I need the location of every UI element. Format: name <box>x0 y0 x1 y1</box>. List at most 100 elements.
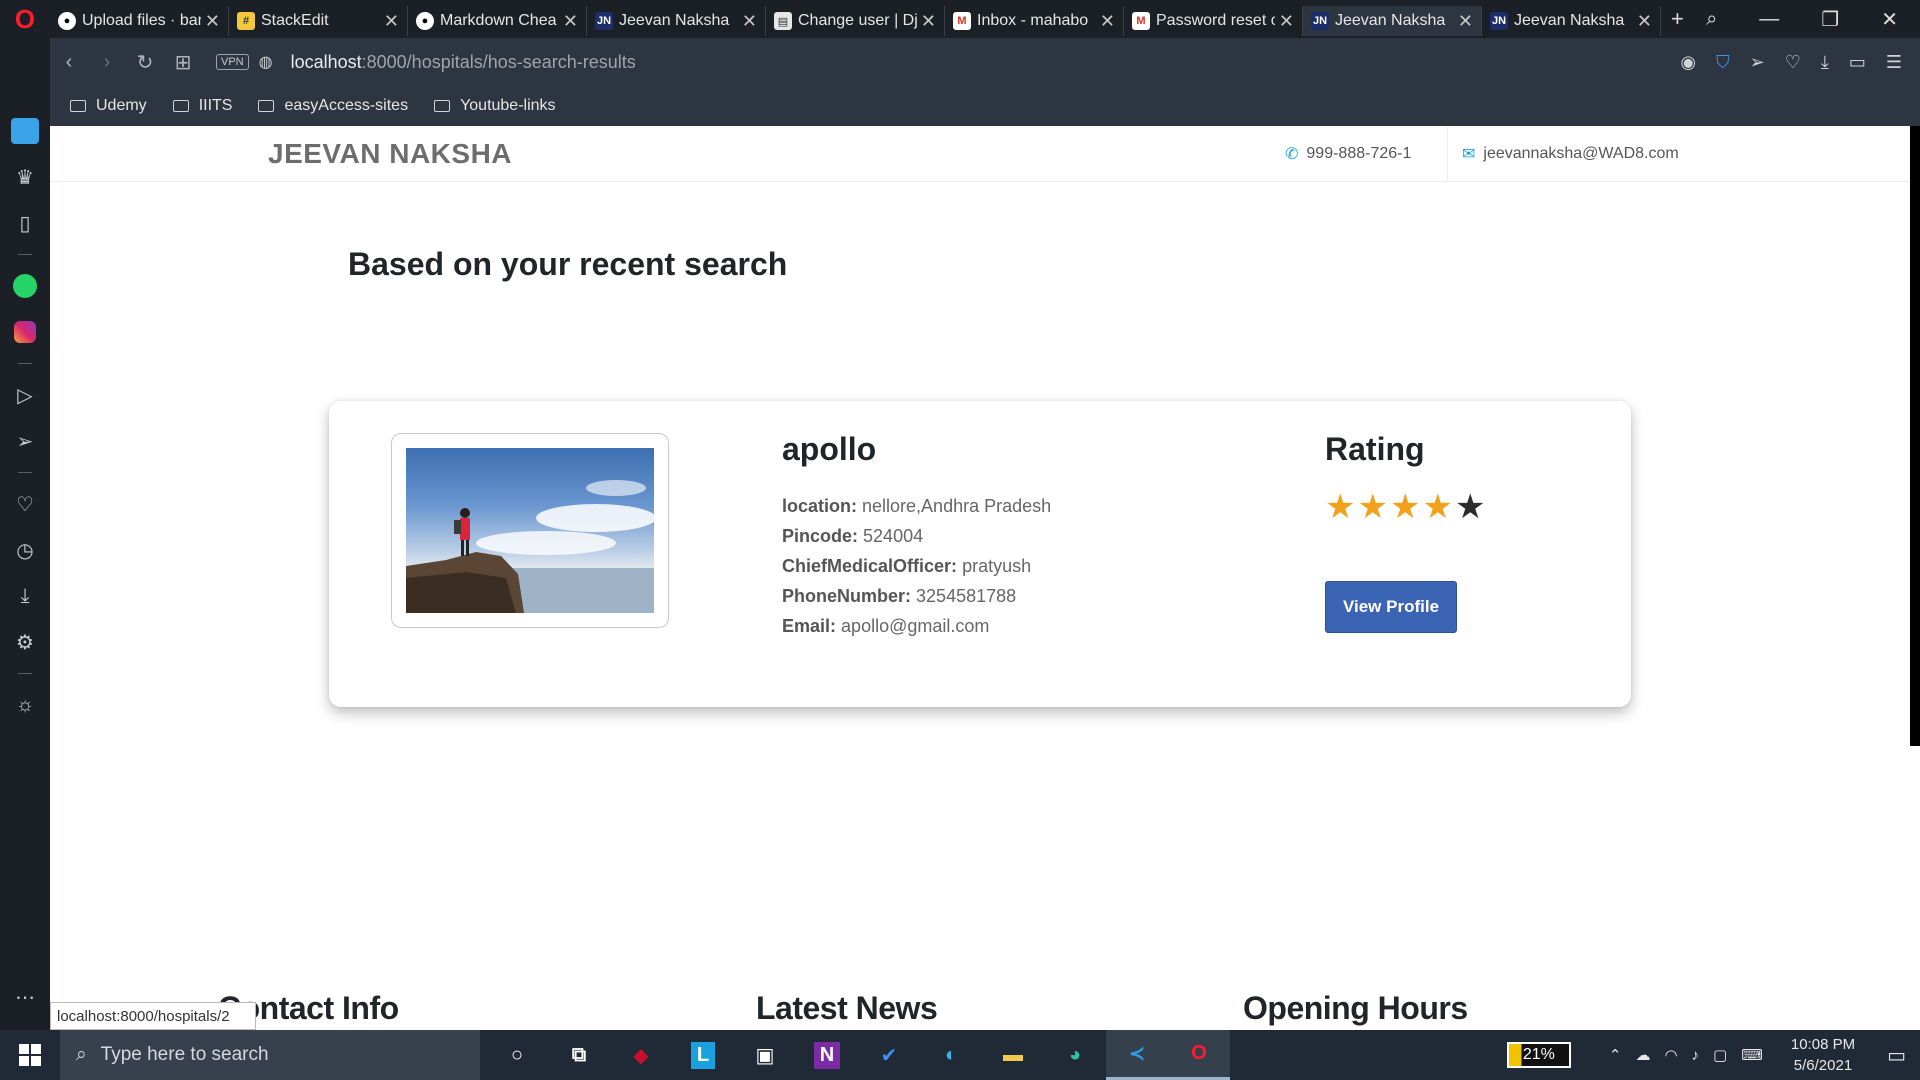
view-profile-button[interactable]: View Profile <box>1325 581 1457 633</box>
heart-icon[interactable]: ♡ <box>1785 52 1801 73</box>
meet-now-icon[interactable]: ▢ <box>1713 1046 1727 1064</box>
edge-icon[interactable]: ◐ <box>920 1030 982 1080</box>
shield-icon[interactable]: ⛉ <box>1716 52 1730 73</box>
hospital-image-frame <box>391 433 669 628</box>
footer-news-heading: Latest News <box>756 990 938 1026</box>
tab-4[interactable]: ▤ Change user | Dj ✕ <box>766 6 945 36</box>
site-brand[interactable]: JEEVAN NAKSHA <box>268 138 512 170</box>
whatsapp-icon[interactable] <box>0 263 50 309</box>
keyboard-icon[interactable]: ⌨ <box>1741 1046 1763 1064</box>
close-tab-icon[interactable]: ✕ <box>563 11 578 32</box>
close-window-icon[interactable]: ✕ <box>1881 7 1898 32</box>
tab-0[interactable]: ● Upload files · bar ✕ <box>50 6 229 36</box>
tab-7-active[interactable]: JN Jeevan Naksha ✕ <box>1303 6 1482 36</box>
tab-1[interactable]: # StackEdit ✕ <box>229 6 408 36</box>
todo-icon[interactable]: ✔ <box>858 1030 920 1080</box>
opera-taskbar-icon[interactable]: O <box>1168 1030 1230 1080</box>
sidebar-divider <box>18 363 32 364</box>
wifi-icon[interactable]: ◠ <box>1664 1046 1677 1064</box>
more-icon[interactable]: ⋯ <box>0 974 50 1020</box>
back-icon[interactable]: ‹ <box>50 51 88 74</box>
close-tab-icon[interactable]: ✕ <box>1637 11 1652 32</box>
bookmark-youtube[interactable]: Youtube-links <box>434 97 556 115</box>
close-tab-icon[interactable]: ✕ <box>205 11 220 32</box>
vscode-icon[interactable]: ≺ <box>1106 1030 1168 1080</box>
site-header: JEEVAN NAKSHA ✆ 999-888-726-1 ✉ jeevannaks… <box>50 126 1910 182</box>
onenote-icon[interactable]: N <box>796 1030 858 1080</box>
volume-icon[interactable]: ♪ <box>1692 1047 1700 1064</box>
taskbar-clock[interactable]: 10:08 PM 5/6/2021 <box>1791 1034 1855 1076</box>
reload-icon[interactable]: ↻ <box>126 50 164 75</box>
search-tabs-icon[interactable]: ⌕ <box>1706 8 1717 31</box>
file-explorer-icon[interactable]: ▬ <box>982 1030 1044 1080</box>
book-icon[interactable]: ▯ <box>0 200 50 246</box>
notifications-icon[interactable]: ▭ <box>1887 1043 1906 1068</box>
minimize-icon[interactable]: — <box>1759 8 1779 31</box>
detail-value: 524004 <box>863 526 924 546</box>
bookmark-iiits[interactable]: IIITS <box>172 97 232 115</box>
camera-icon[interactable]: ◉ <box>1680 52 1696 73</box>
forward-icon[interactable]: › <box>88 51 126 74</box>
bookmark-udemy[interactable]: Udemy <box>70 97 147 115</box>
send-icon[interactable]: ➢ <box>1750 52 1765 73</box>
player-icon[interactable]: ▷ <box>0 372 50 418</box>
header-email[interactable]: ✉ jeevannaksha@WAD8.com <box>1462 144 1679 164</box>
send-icon[interactable]: ➢ <box>0 418 50 464</box>
header-phone[interactable]: ✆ 999-888-726-1 <box>1285 144 1411 164</box>
windows-start-icon[interactable] <box>0 1030 60 1080</box>
lightbulb-icon[interactable]: ☼ <box>0 682 50 728</box>
instagram-icon[interactable] <box>0 309 50 355</box>
tab-5[interactable]: M Inbox - mahabo ✕ <box>945 6 1124 36</box>
windows-taskbar: ⌕ Type here to search ○ ⧉ ◆ L ▣ N ✔ ◐ ▬ … <box>0 1030 1920 1080</box>
github-icon: ● <box>58 12 76 30</box>
jn-icon: JN <box>595 12 613 30</box>
battery-saver-icon[interactable]: ▭ <box>1849 52 1866 73</box>
easy-setup-icon[interactable]: ☰ <box>1886 52 1902 73</box>
new-tab-icon[interactable]: + <box>1671 6 1684 32</box>
tab-2[interactable]: ● Markdown Chea ✕ <box>408 6 587 36</box>
l-app-icon[interactable]: L <box>672 1030 734 1080</box>
tab-8[interactable]: JN Jeevan Naksha ✕ <box>1482 6 1661 36</box>
close-tab-icon[interactable]: ✕ <box>1458 11 1473 32</box>
taskbar-apps: ○ ⧉ ◆ L ▣ N ✔ ◐ ▬ ◕ ≺ O <box>486 1030 1230 1080</box>
heart-icon[interactable]: ♡ <box>0 481 50 527</box>
battery-indicator[interactable]: 21% <box>1506 1042 1571 1068</box>
edge-chromium-icon[interactable]: ◕ <box>1044 1030 1106 1080</box>
url-field[interactable]: localhost:8000/hospitals/hos-search-resu… <box>291 52 636 73</box>
store-icon[interactable]: ▣ <box>734 1030 796 1080</box>
restore-icon[interactable]: ❐ <box>1821 7 1839 32</box>
star-filled-icon: ★ <box>1357 488 1388 526</box>
close-tab-icon[interactable]: ✕ <box>384 11 399 32</box>
download-icon[interactable]: ⤓ <box>0 573 50 619</box>
onedrive-icon[interactable]: ☁ <box>1635 1046 1650 1064</box>
detail-label: PhoneNumber: <box>782 586 912 606</box>
speed-dial-icon[interactable]: ⊞ <box>164 50 202 75</box>
tab-6[interactable]: M Password reset o ✕ <box>1124 6 1303 36</box>
taskbar-search[interactable]: ⌕ Type here to search <box>60 1030 480 1080</box>
download-icon[interactable]: ⤓ <box>1821 52 1829 73</box>
settings-icon[interactable]: ⚙ <box>0 619 50 665</box>
task-view-icon[interactable]: ⧉ <box>548 1030 610 1080</box>
hospital-card: apollo location: nellore,Andhra Pradesh … <box>329 401 1631 707</box>
cortana-icon[interactable]: ○ <box>486 1030 548 1080</box>
crown-icon[interactable]: ♛ <box>0 154 50 200</box>
opera-logo-icon[interactable]: O <box>0 0 50 38</box>
chevron-up-icon[interactable]: ⌃ <box>1609 1046 1622 1064</box>
tab-3[interactable]: JN Jeevan Naksha ✕ <box>587 6 766 36</box>
bookmark-easyaccess[interactable]: easyAccess-sites <box>258 97 408 115</box>
page-scrollbar[interactable] <box>1910 126 1920 746</box>
jn-icon: JN <box>1490 12 1508 30</box>
close-tab-icon[interactable]: ✕ <box>1100 11 1115 32</box>
rating-heading: Rating <box>1325 431 1425 467</box>
detail-label: Pincode: <box>782 526 859 546</box>
vpn-badge[interactable]: VPN <box>216 54 249 70</box>
close-tab-icon[interactable]: ✕ <box>921 11 936 32</box>
document-icon: ▤ <box>774 12 792 30</box>
close-tab-icon[interactable]: ✕ <box>742 11 757 32</box>
workspace-icon[interactable] <box>0 108 50 154</box>
close-tab-icon[interactable]: ✕ <box>1279 11 1294 32</box>
history-icon[interactable]: ◷ <box>0 527 50 573</box>
folder-icon <box>434 100 451 112</box>
mcafee-icon[interactable]: ◆ <box>610 1030 672 1080</box>
windows-logo <box>19 1044 41 1066</box>
